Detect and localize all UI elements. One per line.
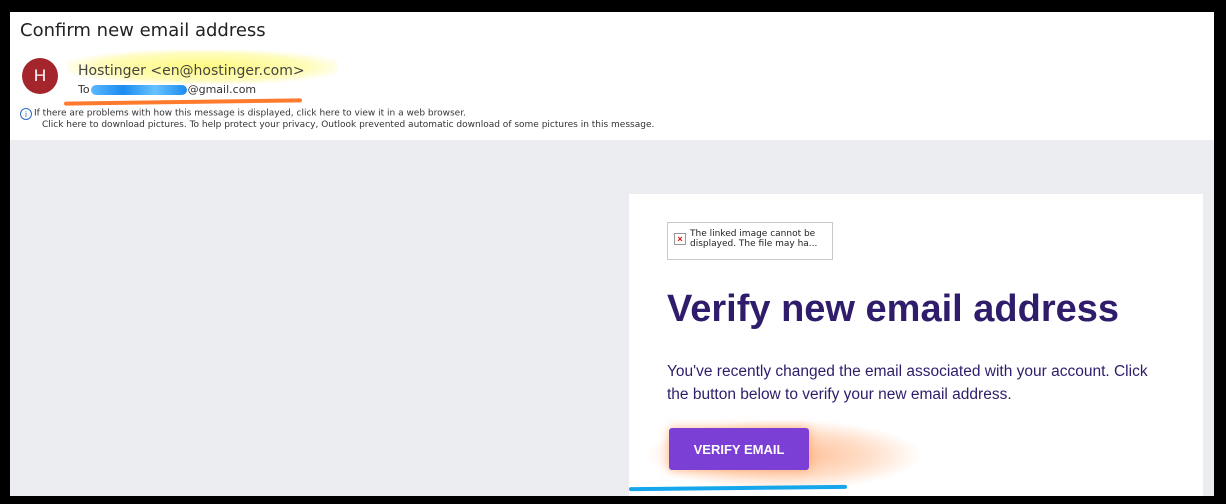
info-view-in-browser[interactable]: If there are problems with how this mess… xyxy=(34,109,466,119)
to-label: To xyxy=(78,83,90,96)
orange-underline xyxy=(63,98,303,106)
info-bar[interactable]: i If there are problems with how this mes… xyxy=(20,108,654,131)
to-domain: @gmail.com xyxy=(187,83,257,96)
info-download-pictures[interactable]: Click here to download pictures. To help… xyxy=(42,120,654,130)
email-window: Confirm new email address H Hostinger <e… xyxy=(10,12,1214,496)
email-subject: Confirm new email address xyxy=(20,20,266,41)
card-heading: Verify new email address xyxy=(667,288,1120,330)
redaction-mark xyxy=(90,85,187,95)
blue-underline xyxy=(628,484,848,492)
broken-image-text: The linked image cannot be displayed. Th… xyxy=(690,229,818,249)
info-icon: i xyxy=(20,108,32,120)
recipient-line: To @gmail.com xyxy=(78,83,256,96)
email-card: × The linked image cannot be displayed. … xyxy=(628,194,1203,496)
broken-image: × The linked image cannot be displayed. … xyxy=(667,222,833,260)
sender-address[interactable]: Hostinger <en@hostinger.com> xyxy=(78,63,305,79)
broken-image-icon: × xyxy=(674,233,686,245)
verify-email-button[interactable]: VERIFY EMAIL xyxy=(669,428,809,470)
avatar[interactable]: H xyxy=(22,58,58,94)
card-description: You've recently changed the email associ… xyxy=(667,363,1148,403)
